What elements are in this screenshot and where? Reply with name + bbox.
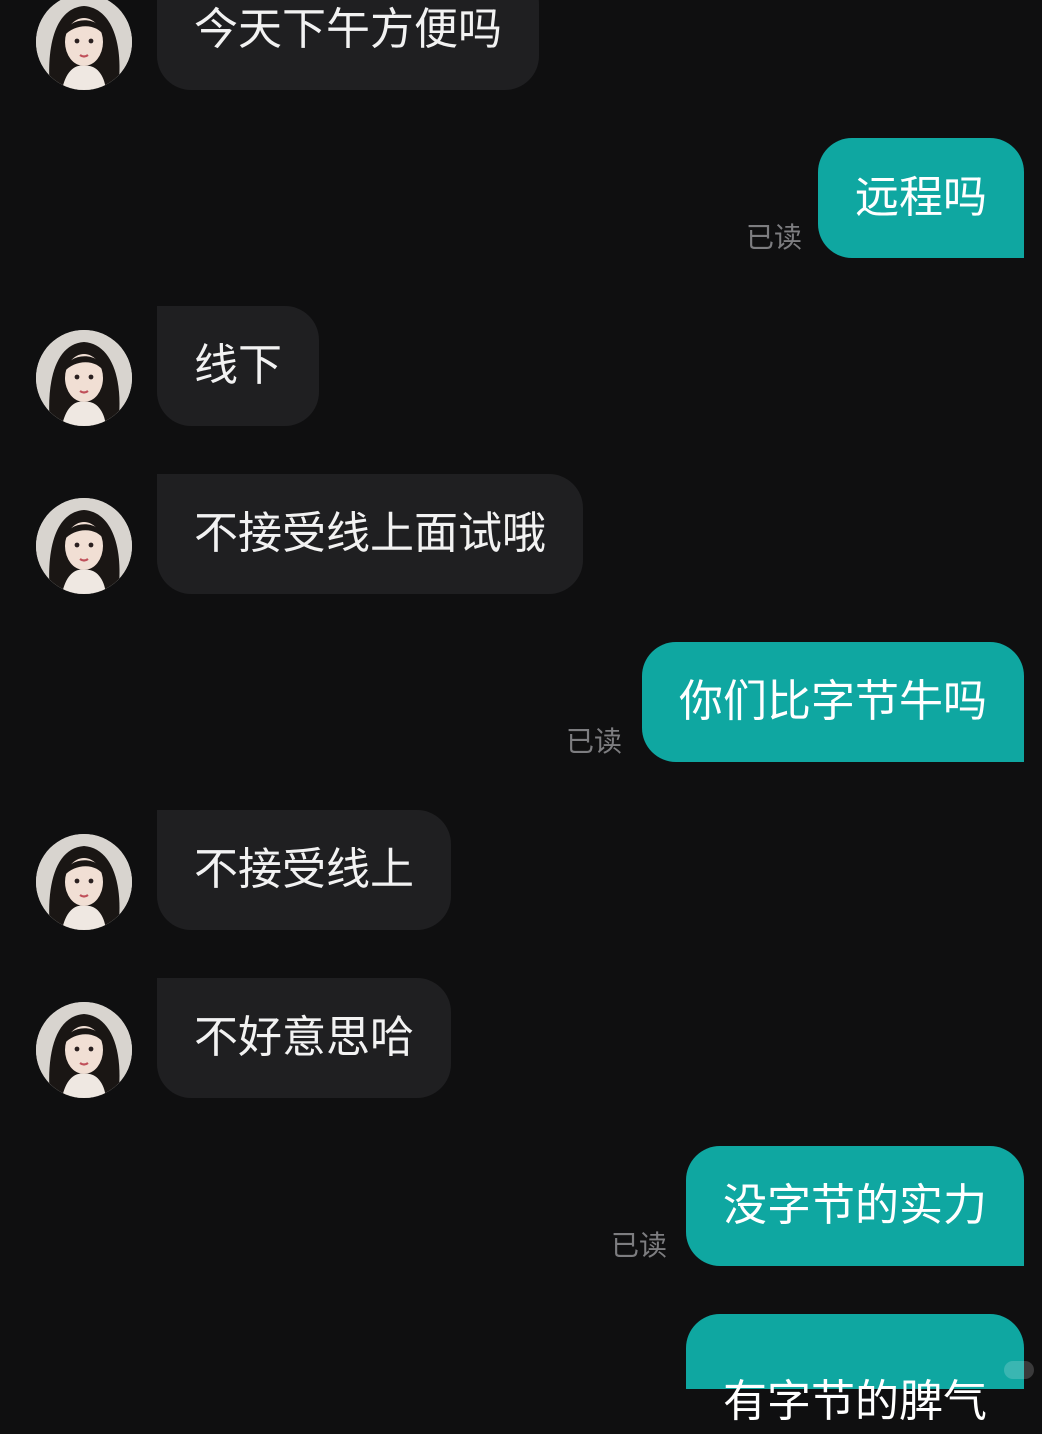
watermark-badge: [1004, 1361, 1034, 1379]
contact-avatar[interactable]: [36, 0, 132, 90]
message-text: 你们比字节牛吗: [679, 676, 987, 727]
message-bubble-outgoing[interactable]: 你们比字节牛吗: [642, 642, 1024, 762]
message-bubble-incoming[interactable]: 今天下午方便吗: [157, 0, 539, 90]
message-bubble-outgoing[interactable]: 远程吗: [818, 138, 1024, 258]
message-bubble-outgoing[interactable]: 有字节的脾气: [686, 1314, 1024, 1427]
message-text: 今天下午方便吗: [194, 4, 502, 55]
read-receipt: 已读: [611, 1229, 668, 1262]
message-bubble-incoming[interactable]: 不好意思哈: [157, 978, 451, 1098]
contact-avatar-icon: [36, 834, 132, 930]
contact-avatar-icon: [36, 0, 132, 90]
contact-avatar-icon: [36, 1002, 132, 1098]
contact-avatar[interactable]: [36, 834, 132, 930]
contact-avatar-icon: [36, 498, 132, 594]
message-text: 不好意思哈: [194, 1012, 414, 1063]
message-bubble-incoming[interactable]: 线下: [157, 306, 319, 426]
message-text: 有字节的脾气: [723, 1376, 987, 1427]
read-receipt: 已读: [566, 725, 623, 758]
message-text: 远程吗: [855, 172, 987, 223]
message-text: 没字节的实力: [723, 1180, 987, 1231]
contact-avatar-icon: [36, 330, 132, 426]
message-text: 不接受线上面试哦: [194, 508, 546, 559]
contact-avatar[interactable]: [36, 498, 132, 594]
message-text: 线下: [194, 340, 282, 391]
message-bubble-outgoing[interactable]: 没字节的实力: [686, 1146, 1024, 1266]
contact-avatar[interactable]: [36, 1002, 132, 1098]
message-bubble-incoming[interactable]: 不接受线上: [157, 810, 451, 930]
message-text: 不接受线上: [194, 844, 414, 895]
contact-avatar[interactable]: [36, 330, 132, 426]
message-bubble-incoming[interactable]: 不接受线上面试哦: [157, 474, 583, 594]
chat-message-list[interactable]: 今天下午方便吗 已读 远程吗 线下 不接受线上面试哦 已读 你们比字节牛吗 不接…: [0, 0, 1042, 1427]
read-receipt: 已读: [746, 221, 803, 254]
